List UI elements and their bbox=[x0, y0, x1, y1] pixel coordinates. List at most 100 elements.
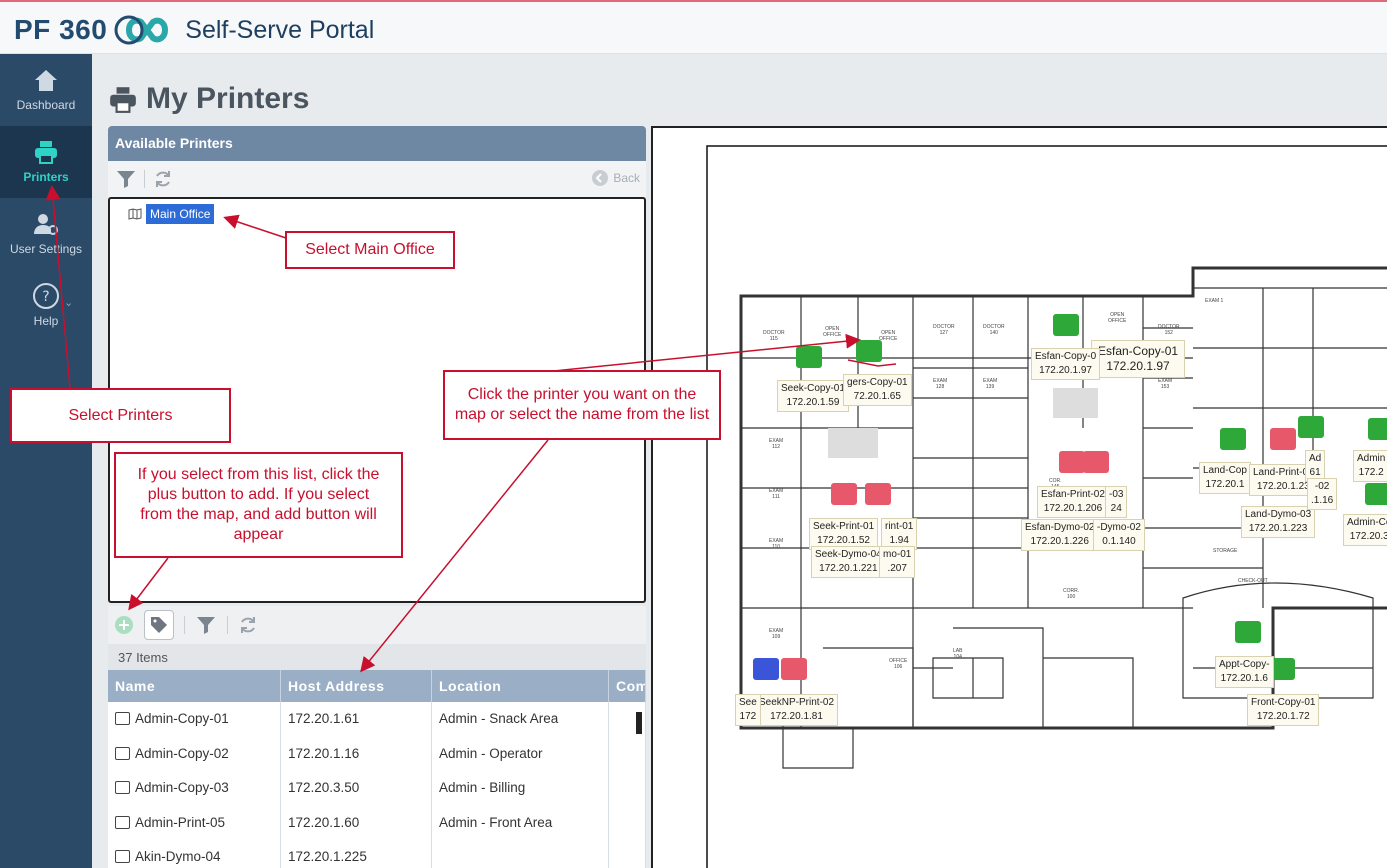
cell-name: Admin-Copy-03 bbox=[108, 771, 281, 806]
printer-marker-red[interactable] bbox=[831, 483, 857, 505]
printer-icon bbox=[115, 850, 130, 863]
floor-map[interactable]: DOCTOR 115 OPEN OFFICE OPEN OFFICE DOCTOR 12… bbox=[651, 126, 1387, 868]
back-button[interactable]: Back bbox=[591, 169, 640, 187]
sidebar-item-help[interactable]: ? Help ⌄ bbox=[0, 270, 92, 342]
printer-label[interactable]: Land-Dymo-03 172.20.1.223 bbox=[1241, 506, 1316, 538]
printer-marker-green[interactable] bbox=[1298, 416, 1324, 438]
printer-label[interactable]: Seek-Copy-01 172.20.1.59 bbox=[777, 380, 849, 412]
room-label: LAB 104 bbox=[953, 648, 963, 660]
printer-marker-green[interactable] bbox=[856, 340, 882, 362]
printer-label[interactable]: -03 24 bbox=[1105, 486, 1128, 518]
table-row[interactable]: Admin-Copy-02 172.20.1.16 Admin - Operator bbox=[108, 736, 646, 771]
sidebar-item-user-settings[interactable]: User Settings bbox=[0, 198, 92, 270]
app-title: Self-Serve Portal bbox=[185, 15, 375, 44]
printer-label[interactable]: Admin-Co172.20.3 bbox=[1343, 514, 1387, 546]
room-label: DOCTOR 127 bbox=[933, 324, 955, 336]
cell-name: Admin-Print-05 bbox=[108, 805, 281, 840]
room-label: DOCTOR 140 bbox=[983, 324, 1005, 336]
cell-location: Admin - Operator bbox=[432, 736, 609, 771]
printer-marker-red[interactable] bbox=[1270, 428, 1296, 450]
cell-com bbox=[609, 736, 646, 771]
printer-marker-green[interactable] bbox=[1368, 418, 1387, 440]
tree-toolbar: Back bbox=[108, 161, 646, 197]
column-header-host[interactable]: Host Address bbox=[281, 670, 432, 702]
printer-marker-red[interactable] bbox=[1059, 451, 1085, 473]
grid-header: Name Host Address Location Com bbox=[108, 670, 646, 702]
refresh-icon[interactable] bbox=[238, 615, 258, 635]
room-label: EXAM 139 bbox=[983, 378, 998, 390]
available-printers-header: Available Printers bbox=[108, 126, 646, 161]
room-label: OPEN OFFICE bbox=[1108, 312, 1127, 324]
brand-logo[interactable]: PF 360 Self-Serve Portal bbox=[14, 12, 374, 48]
printer-label[interactable]: Admin 172.2 bbox=[1353, 450, 1387, 482]
printer-label[interactable]: mo-01.207 bbox=[879, 546, 916, 578]
home-icon bbox=[35, 70, 57, 91]
printer-marker-green[interactable] bbox=[1365, 483, 1387, 505]
table-row[interactable]: Admin-Copy-03 172.20.3.50 Admin - Billing bbox=[108, 771, 646, 806]
toolbar-divider bbox=[227, 616, 228, 634]
room-label: OPEN OFFICE bbox=[879, 330, 898, 342]
printer-label[interactable]: See 172 bbox=[735, 694, 761, 726]
cell-name: Admin-Copy-01 bbox=[108, 702, 281, 737]
sidebar-item-printers[interactable]: Printers bbox=[0, 126, 92, 198]
printer-label[interactable]: Land-Cop 172.20.1 bbox=[1199, 462, 1251, 494]
cell-com bbox=[609, 805, 646, 840]
column-header-name[interactable]: Name bbox=[108, 670, 281, 702]
printer-label[interactable]: Esfan-Dymo-02 172.20.1.226 bbox=[1021, 519, 1099, 551]
filter-icon[interactable] bbox=[195, 615, 217, 635]
printer-label[interactable]: Esfan-Copy-01 172.20.1.97 bbox=[1091, 340, 1186, 378]
scrollbar-thumb[interactable] bbox=[636, 712, 642, 734]
printer-icon bbox=[115, 746, 130, 760]
svg-text:?: ? bbox=[42, 289, 49, 305]
cell-name: Admin-Copy-02 bbox=[108, 736, 281, 771]
tag-button[interactable] bbox=[144, 610, 174, 640]
printer-marker-green[interactable] bbox=[1220, 428, 1246, 450]
printer-icon bbox=[115, 712, 130, 725]
table-row[interactable]: Admin-Copy-01 172.20.1.61 Admin - Snack Ar… bbox=[108, 702, 646, 737]
printer-label[interactable]: Seek-Dymo-04 172.20.1.221 bbox=[811, 546, 886, 578]
printer-label[interactable]: -Dymo-02 0.1.140 bbox=[1093, 519, 1145, 551]
cell-host: 172.20.3.50 bbox=[281, 771, 432, 806]
room-label: EXAM 112 bbox=[769, 438, 784, 450]
table-row[interactable]: Admin-Print-05 172.20.1.60 Admin - Front A… bbox=[108, 805, 646, 840]
cell-location: Admin - Snack Area bbox=[432, 702, 609, 737]
column-header-location[interactable]: Location bbox=[432, 670, 609, 702]
printer-marker-red[interactable] bbox=[865, 483, 891, 505]
column-header-com[interactable]: Com bbox=[609, 670, 646, 702]
sidebar-item-label: Dashboard bbox=[16, 98, 76, 112]
printer-label[interactable]: gers-Copy-01 72.20.1.65 bbox=[843, 374, 912, 406]
printer-label[interactable]: Esfan-Copy-0 172.20.1.97 bbox=[1031, 348, 1101, 380]
printer-marker-green[interactable] bbox=[1053, 314, 1079, 336]
printer-marker-blue[interactable] bbox=[753, 658, 779, 680]
printer-label[interactable]: Appt-Copy- 172.20.1.6 bbox=[1215, 656, 1274, 688]
toolbar-divider bbox=[144, 170, 145, 188]
room-label: DOCTOR 115 bbox=[763, 330, 785, 342]
printer-label[interactable]: SeekNP-Print-02 172.20.1.81 bbox=[755, 694, 839, 726]
sidebar-item-dashboard[interactable]: Dashboard bbox=[0, 54, 92, 126]
cell-host: 172.20.1.60 bbox=[281, 805, 432, 840]
printer-label[interactable]: -02.1.16 bbox=[1307, 478, 1338, 510]
cell-com bbox=[609, 840, 646, 868]
printer-icon bbox=[35, 141, 57, 164]
refresh-icon[interactable] bbox=[153, 169, 173, 189]
room-label: EXAM 153 bbox=[1158, 378, 1173, 390]
cell-host: 172.20.1.61 bbox=[281, 702, 432, 737]
cell-host: 172.20.1.225 bbox=[281, 840, 432, 868]
top-bar: PF 360 Self-Serve Portal bbox=[0, 0, 1387, 54]
room-label: OPEN OFFICE bbox=[823, 326, 842, 338]
printer-icon bbox=[110, 87, 136, 113]
room-label: EXAM 110 bbox=[769, 538, 784, 550]
add-icon[interactable] bbox=[114, 615, 134, 635]
filter-icon[interactable] bbox=[116, 169, 136, 189]
room-label: CHECK-OUT bbox=[1238, 578, 1268, 584]
printer-label[interactable]: Front-Copy-01 172.20.1.72 bbox=[1247, 694, 1320, 726]
tree-item-main-office[interactable]: Main Office bbox=[128, 204, 215, 224]
printer-marker-green[interactable] bbox=[1235, 621, 1261, 643]
printer-marker-green[interactable] bbox=[796, 346, 822, 368]
printer-marker-red[interactable] bbox=[1083, 451, 1109, 473]
brand-pf-text: PF 360 bbox=[14, 14, 108, 45]
room-label: DOCTOR 152 bbox=[1158, 324, 1180, 336]
printer-marker-red[interactable] bbox=[781, 658, 807, 680]
printer-label[interactable]: Esfan-Print-02 172.20.1.206 bbox=[1037, 486, 1109, 518]
table-row[interactable]: Akin-Dymo-04 172.20.1.225 bbox=[108, 840, 646, 868]
